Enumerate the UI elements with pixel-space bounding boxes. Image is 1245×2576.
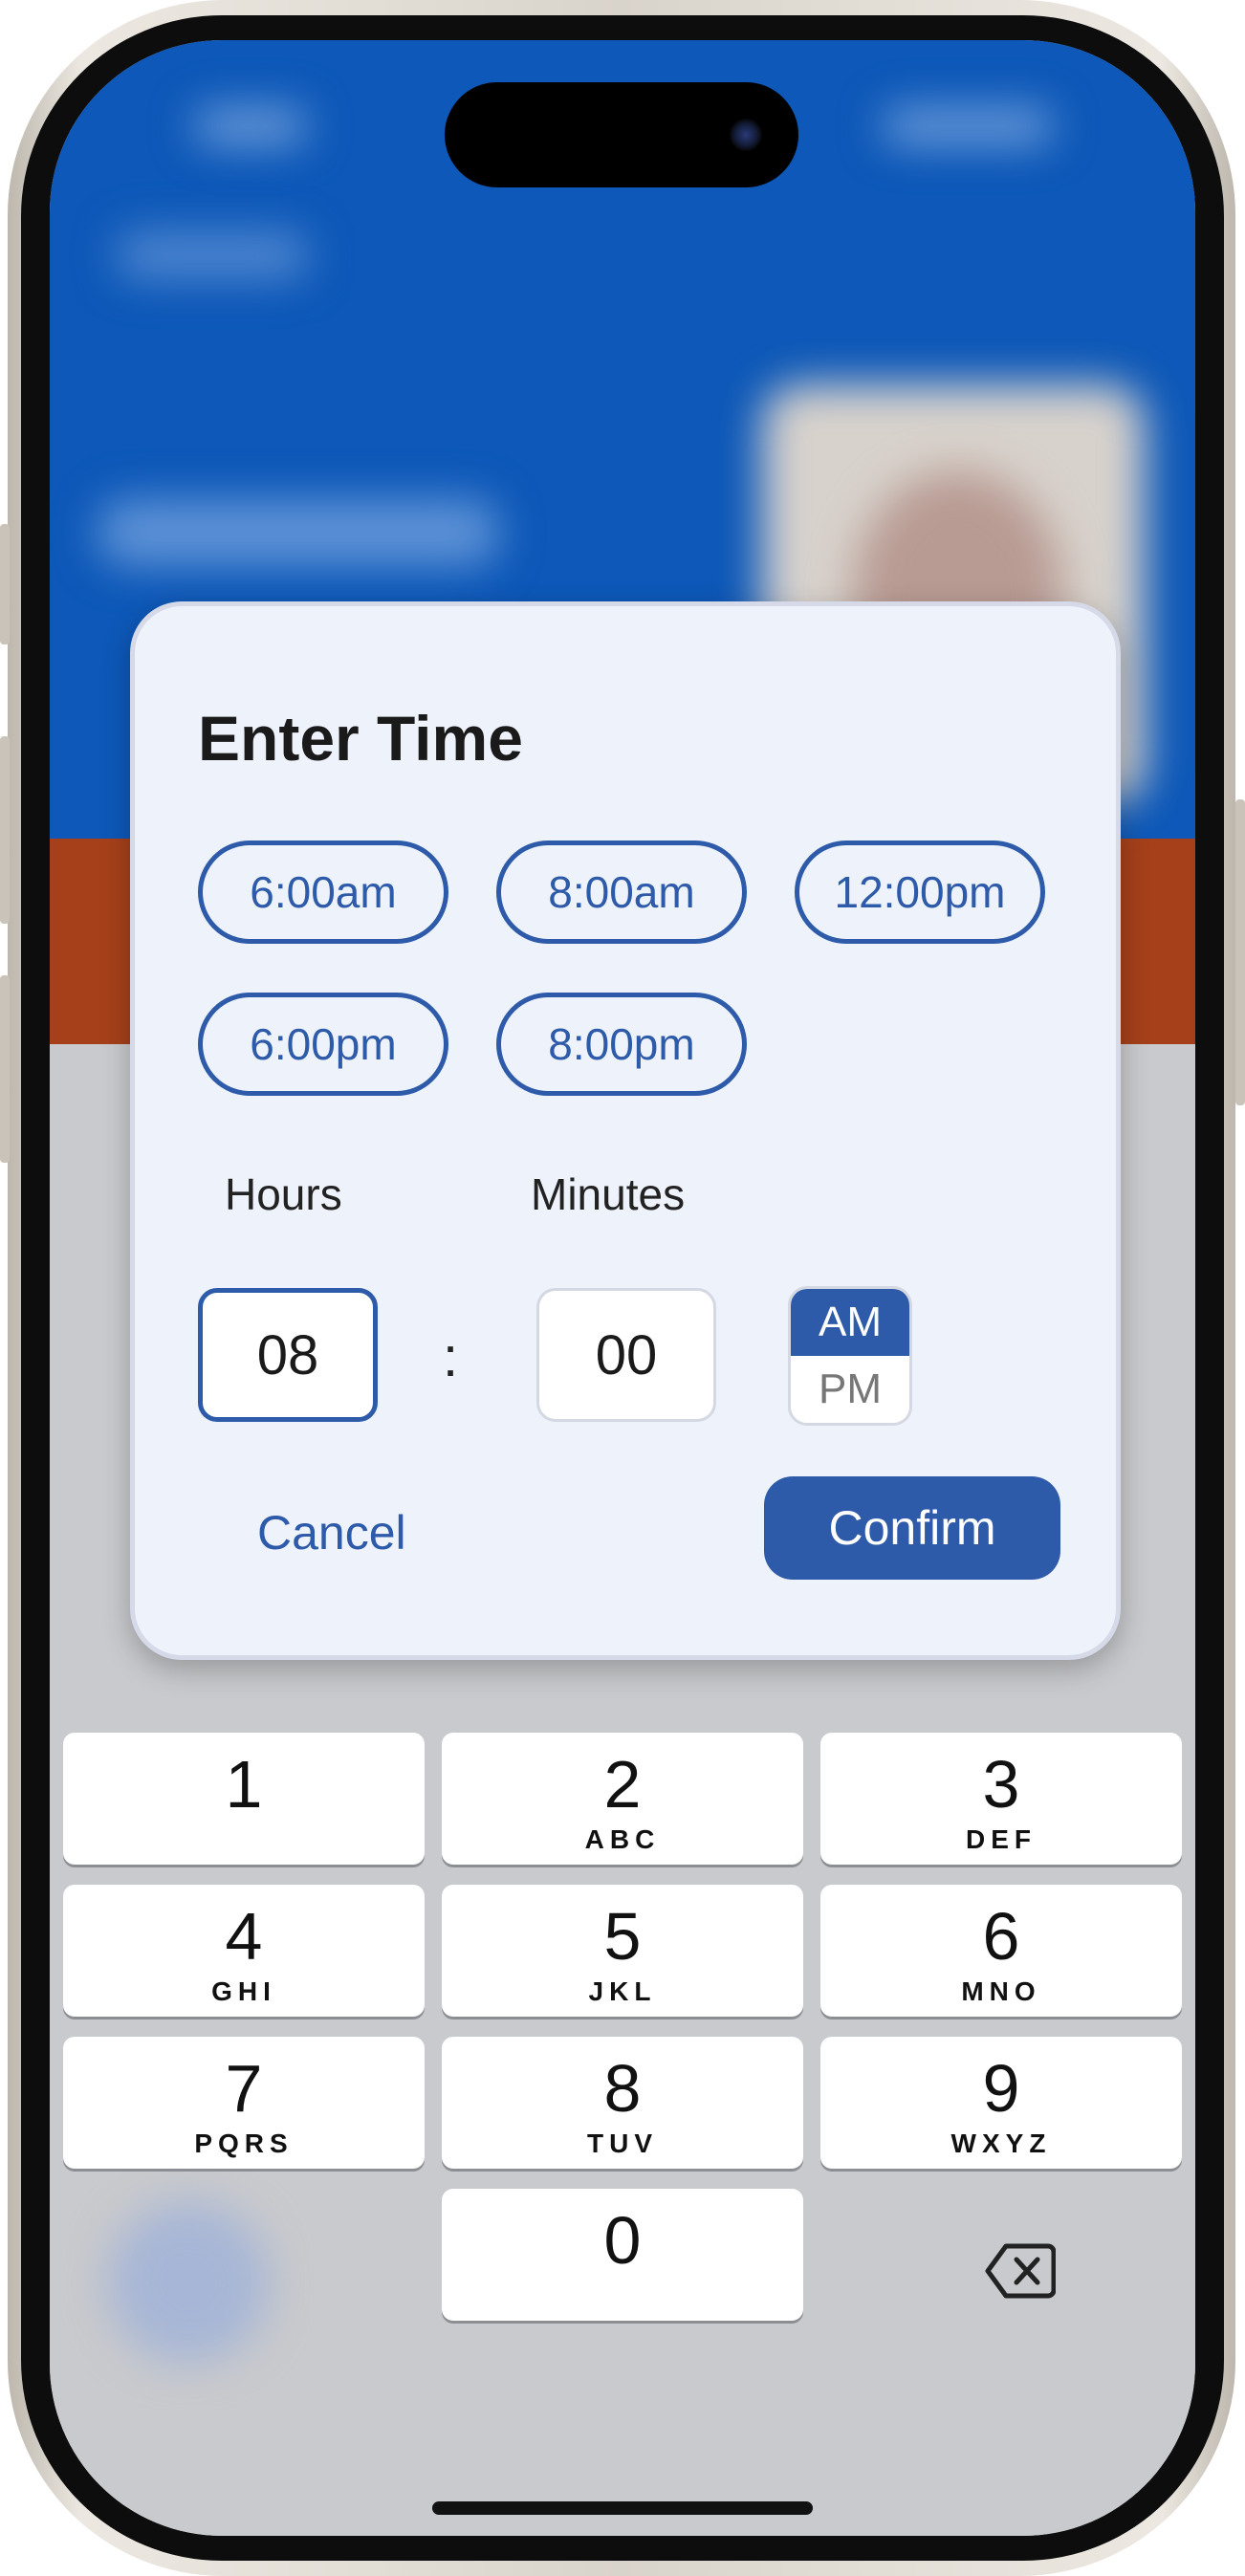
key-digit: 8 <box>603 2051 642 2126</box>
blurred-bottom-avatar <box>107 2201 270 2364</box>
hours-input[interactable]: 08 <box>198 1288 378 1422</box>
dynamic-island <box>445 82 798 187</box>
hours-label: Hours <box>225 1169 342 1219</box>
volume-down-button <box>0 975 10 1163</box>
key-letters: WXYZ <box>950 2128 1052 2158</box>
key-4[interactable]: 4 GHI <box>63 1885 425 2017</box>
key-3[interactable]: 3 DEF <box>820 1733 1182 1865</box>
cancel-button[interactable]: Cancel <box>257 1505 406 1561</box>
time-separator: : <box>443 1326 459 1388</box>
preset-chip-12pm[interactable]: 12:00pm <box>795 840 1045 944</box>
home-indicator[interactable] <box>432 2501 813 2515</box>
time-picker-dialog: Enter Time 6:00am 8:00am 12:00pm 6:00pm … <box>130 601 1121 1660</box>
key-letters: JKL <box>588 1976 657 2006</box>
key-0[interactable]: 0 <box>442 2189 803 2321</box>
key-digit: 3 <box>982 1747 1020 1822</box>
key-digit: 6 <box>982 1899 1020 1974</box>
volume-up-button <box>0 736 10 924</box>
key-8[interactable]: 8 TUV <box>442 2037 803 2169</box>
key-digit: 9 <box>982 2051 1020 2126</box>
key-letters: MNO <box>961 1976 1041 2006</box>
key-5[interactable]: 5 JKL <box>442 1885 803 2017</box>
key-digit: 5 <box>603 1899 642 1974</box>
preset-chip-8am[interactable]: 8:00am <box>496 840 747 944</box>
preset-chip-8pm[interactable]: 8:00pm <box>496 993 747 1096</box>
key-digit: 4 <box>225 1899 263 1974</box>
key-2[interactable]: 2 ABC <box>442 1733 803 1865</box>
key-1[interactable]: 1 <box>63 1733 425 1865</box>
key-letters: GHI <box>211 1976 276 2006</box>
am-option[interactable]: AM <box>791 1289 909 1356</box>
am-pm-toggle: AM PM <box>788 1286 912 1426</box>
delete-left-icon[interactable] <box>963 2228 1078 2314</box>
key-digit: 7 <box>225 2051 263 2126</box>
screen: Enter Time 6:00am 8:00am 12:00pm 6:00pm … <box>50 40 1195 2536</box>
camera-icon <box>730 119 762 151</box>
key-letters: ABC <box>584 1824 661 1854</box>
blurred-back-link <box>117 231 308 279</box>
key-7[interactable]: 7 PQRS <box>63 2037 425 2169</box>
key-6[interactable]: 6 MNO <box>820 1885 1182 2017</box>
key-9[interactable]: 9 WXYZ <box>820 2037 1182 2169</box>
blurred-status-time <box>193 107 308 145</box>
key-digit: 1 <box>225 1747 263 1822</box>
blurred-heading <box>98 499 499 566</box>
action-button <box>0 524 10 644</box>
minutes-label: Minutes <box>531 1169 686 1219</box>
key-digit: 2 <box>603 1747 642 1822</box>
key-letters: PQRS <box>194 2128 294 2158</box>
pm-option[interactable]: PM <box>791 1356 909 1423</box>
dialog-title: Enter Time <box>198 703 523 774</box>
minutes-input[interactable]: 00 <box>536 1288 716 1422</box>
power-button <box>1235 799 1245 1105</box>
key-digit: 0 <box>603 2203 642 2278</box>
confirm-button[interactable]: Confirm <box>764 1476 1060 1580</box>
preset-chip-6pm[interactable]: 6:00pm <box>198 993 448 1096</box>
preset-chip-6am[interactable]: 6:00am <box>198 840 448 944</box>
blurred-status-icons <box>882 107 1054 145</box>
key-letters: DEF <box>966 1824 1037 1854</box>
key-letters: TUV <box>587 2128 658 2158</box>
